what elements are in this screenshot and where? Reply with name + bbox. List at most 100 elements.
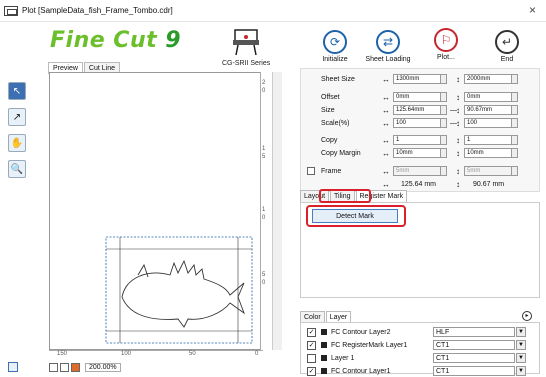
copy-margin-y-field[interactable]: 10mm <box>464 148 512 158</box>
ruler-h-label: 150 <box>57 351 68 357</box>
width-arrow-icon: ↔ <box>382 105 390 115</box>
copy-margin-x-field[interactable]: 10mm <box>393 148 441 158</box>
plot-button[interactable]: ⚐ Plot... <box>426 28 466 61</box>
sheet-height-spinner[interactable] <box>511 74 518 84</box>
register-mark-highlight <box>319 189 371 203</box>
height-arrow-icon: ↕ <box>456 135 460 145</box>
chevron-down-icon[interactable]: ▼ <box>516 340 526 350</box>
scale-x-spinner[interactable] <box>440 118 447 128</box>
copy-x-field[interactable]: 1 <box>393 135 441 145</box>
initialize-button[interactable]: ⟳ Initialize <box>315 30 355 63</box>
offset-x-field[interactable]: 0mm <box>393 92 441 102</box>
select-arrow-icon[interactable]: ↖ <box>8 82 26 100</box>
frame-height-text: 90.67 mm <box>473 180 505 188</box>
layer-row[interactable]: ✓ FC Contour Layer1 CT1 ▼ <box>301 365 541 377</box>
width-arrow-icon: ↔ <box>382 74 390 84</box>
ruler-v-label: 5 <box>262 154 266 160</box>
frame-x-field[interactable]: 5mm <box>393 166 441 176</box>
chevron-down-icon[interactable]: ▼ <box>516 366 526 376</box>
move-arrow-icon[interactable]: ↗ <box>8 108 26 126</box>
copy-row: Copy ↔ 1 ↕ 1 <box>301 134 541 146</box>
finecut-logo: Fine Cut 9 <box>50 28 181 53</box>
chevron-down-icon[interactable]: ▼ <box>516 353 526 363</box>
vertical-ruler: 2 0 1 5 1 0 5 0 <box>260 72 272 350</box>
ruler-v-label: 0 <box>262 215 266 221</box>
logo-version: 9 <box>165 28 182 53</box>
copy-margin-x-spinner[interactable] <box>440 148 447 158</box>
swap-icon: ⇄ <box>376 30 400 54</box>
layer-type-select[interactable]: CT1 <box>433 353 515 363</box>
layer-checkbox[interactable] <box>307 353 316 363</box>
zoom-icon[interactable]: 🔍 <box>8 160 26 178</box>
hand-icon[interactable]: ✋ <box>8 134 26 152</box>
color-icon[interactable] <box>71 362 80 372</box>
height-arrow-icon: ↕ <box>456 166 460 176</box>
width-arrow-icon: ↔ <box>382 92 390 102</box>
layer-row[interactable]: ✓ FC Contour Layer2 HLF ▼ <box>301 326 541 338</box>
end-label: End <box>500 56 514 63</box>
chevron-down-icon[interactable]: ▼ <box>516 327 526 337</box>
frame-row: Frame ↔ 5mm ↕ 5mm <box>301 165 541 177</box>
app-icon <box>4 5 18 16</box>
height-arrow-icon: ↕ <box>456 92 460 102</box>
scale-y-field[interactable]: 100 <box>464 118 512 128</box>
copy-y-field[interactable]: 1 <box>464 135 512 145</box>
layer-checkbox[interactable]: ✓ <box>307 340 316 350</box>
ruler-h-label: 100 <box>121 351 132 357</box>
layer-checkbox[interactable]: ✓ <box>307 366 316 376</box>
zoom-select[interactable]: 200.00% <box>85 362 121 372</box>
fit-icon[interactable] <box>60 362 69 372</box>
detect-mark-button[interactable]: Detect Mark <box>312 209 398 223</box>
vertical-scrollbar[interactable] <box>272 72 282 350</box>
ruler-v-label: 5 <box>262 272 266 278</box>
offset-y-spinner[interactable] <box>511 92 518 102</box>
size-width-field[interactable]: 125.64mm <box>393 105 441 115</box>
ruler-v-label: 2 <box>262 80 266 86</box>
size-width-spinner[interactable] <box>440 105 447 115</box>
layer-row[interactable]: Layer 1 CT1 ▼ <box>301 352 541 364</box>
frame-y-spinner[interactable] <box>511 166 518 176</box>
size-height-field[interactable]: 90.67mm <box>464 105 512 115</box>
tool-palette: ↖ ↗ ✋ 🔍 <box>8 82 26 186</box>
frame-checkbox[interactable] <box>307 167 315 175</box>
sheet-loading-button[interactable]: ⇄ Sheet Loading <box>362 30 414 63</box>
layer-type-select[interactable]: CT1 <box>433 366 515 376</box>
copy-x-spinner[interactable] <box>440 135 447 145</box>
refresh-icon: ⟳ <box>323 30 347 54</box>
frame-label: Frame <box>321 167 342 175</box>
copy-margin-y-spinner[interactable] <box>511 148 518 158</box>
frame-y-field[interactable]: 5mm <box>464 166 512 176</box>
frame-x-spinner[interactable] <box>440 166 447 176</box>
height-arrow-icon: ↕ <box>456 74 460 84</box>
width-arrow-icon: ↔ <box>382 135 390 145</box>
layer-row[interactable]: ✓ FC RegisterMark Layer1 CT1 ▼ <box>301 339 541 351</box>
return-icon: ↵ <box>495 30 519 54</box>
layer-type-select[interactable]: HLF <box>433 327 515 337</box>
sheet-width-field[interactable]: 1300mm <box>393 74 441 84</box>
width-arrow-icon: ↔ <box>382 148 390 158</box>
layer-type-select[interactable]: CT1 <box>433 340 515 350</box>
plot-label: Plot... <box>437 54 455 61</box>
end-button[interactable]: ↵ End <box>487 30 527 63</box>
layer-menu-icon[interactable]: ▸ <box>522 311 532 321</box>
sheet-width-spinner[interactable] <box>440 74 447 84</box>
sheet-height-field[interactable]: 2000mm <box>464 74 512 84</box>
layer-color-swatch <box>321 355 327 361</box>
horizontal-ruler: 150 100 50 0 <box>49 350 263 360</box>
grid-icon[interactable] <box>49 362 58 372</box>
layer-checkbox[interactable]: ✓ <box>307 327 316 337</box>
plotter-icon[interactable] <box>232 28 260 56</box>
size-label: Size <box>321 106 335 114</box>
list-view-icon[interactable] <box>8 362 18 372</box>
size-height-spinner[interactable] <box>511 105 518 115</box>
offset-y-field[interactable]: 0mm <box>464 92 512 102</box>
scale-x-field[interactable]: 100 <box>393 118 441 128</box>
copy-label: Copy <box>321 136 338 144</box>
scale-y-spinner[interactable] <box>511 118 518 128</box>
ruler-h-label: 50 <box>189 351 196 357</box>
offset-x-spinner[interactable] <box>440 92 447 102</box>
close-icon[interactable]: × <box>529 3 536 17</box>
width-arrow-icon: ↔ <box>382 118 390 128</box>
copy-y-spinner[interactable] <box>511 135 518 145</box>
plot-icon: ⚐ <box>434 28 458 52</box>
